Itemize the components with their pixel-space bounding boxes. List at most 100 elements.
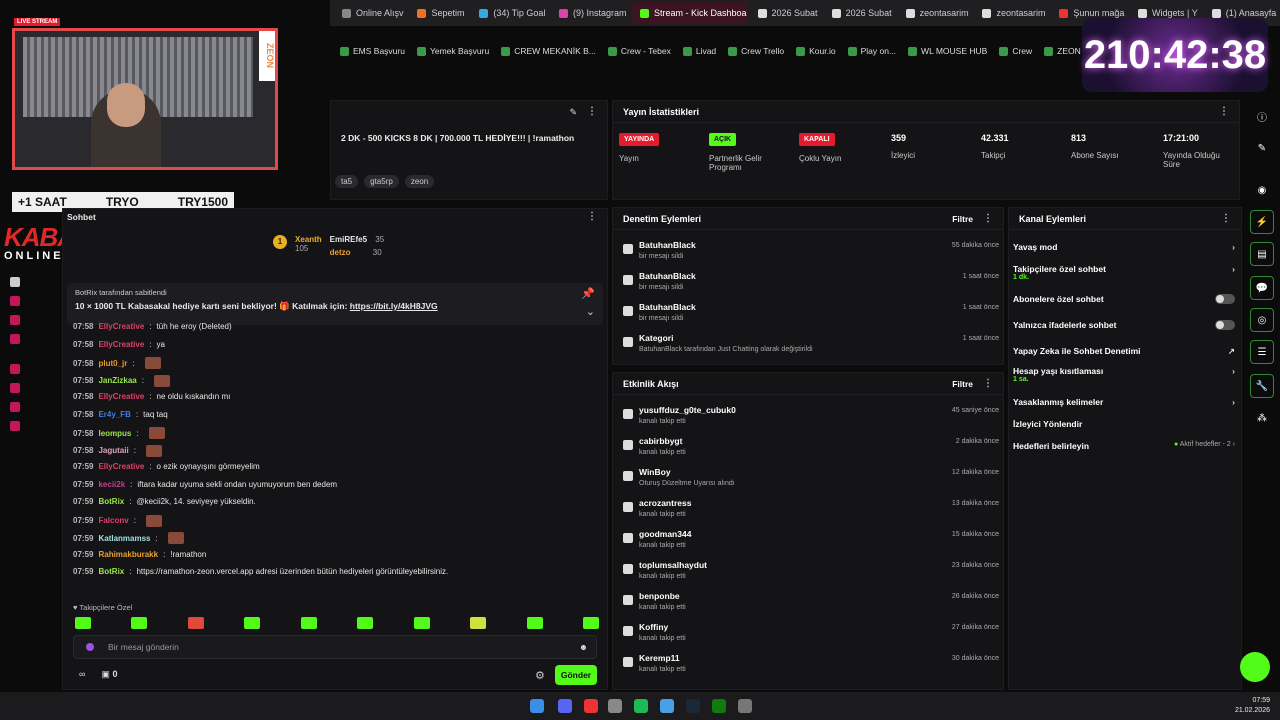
message-user[interactable]: plut0_jr [98,359,127,368]
edit-icon[interactable]: ✎ [569,107,577,118]
emote[interactable] [187,617,204,629]
browser-tab[interactable]: zeontasarim [974,2,1049,24]
more-icon[interactable]: ⋮ [983,378,993,389]
activity-item[interactable]: yusuffduz_g0te_cubuk0 kanalı takip etti … [619,403,999,431]
broadcast-icon[interactable]: ◎ [1250,308,1274,332]
account-age-row[interactable]: Hesap yaşı kısıtlaması 1 sa. › [1013,366,1235,383]
more-icon[interactable]: ⋮ [587,211,597,222]
points-display[interactable]: ▣ 0 [101,669,117,680]
gear-icon[interactable]: ⚙ [535,669,545,682]
emote[interactable] [244,617,261,629]
pinned-message[interactable]: BotRix tarafından sabitlendi 10 × 1000 T… [67,283,603,325]
message-user[interactable]: EllyCreative [98,322,144,331]
message-user[interactable]: Jagutaii [98,446,128,455]
message-user[interactable]: Rahimakburakk [98,550,158,559]
list-icon[interactable]: ☰ [1250,340,1274,364]
activity-item[interactable]: toplumsalhaydut kanalı takip etti 23 dak… [619,558,999,586]
message-user[interactable]: EllyCreative [98,340,144,349]
emote[interactable] [470,617,487,629]
activity-item[interactable]: Keremp11 kanalı takip etti 30 dakika önc… [619,651,999,679]
emote[interactable] [75,617,91,629]
banned-words-row[interactable]: Yasaklanmış kelimeler › [1013,397,1235,407]
wrench-icon[interactable]: 🔧 [1250,374,1274,398]
bookmark-item[interactable]: CREW MEKANİK B... [501,46,596,56]
link-icon[interactable]: ∞ [79,669,85,680]
settings-icon[interactable] [738,699,752,713]
browser-tab[interactable]: Sepetim [409,2,469,24]
chat-bubble-icon[interactable]: 💬 [1250,276,1274,300]
slow-mode-row[interactable]: Yavaş mod › [1013,242,1235,252]
goals-row[interactable]: Hedefleri belirleyin ● Aktif hedefler - 2… [1013,441,1235,451]
spotify-icon[interactable] [634,699,648,713]
subscribers-chat-toggle[interactable] [1215,294,1235,304]
subscribers-chat-row[interactable]: Abonelere özel sohbet [1013,294,1235,304]
tag[interactable]: zeon [404,175,435,188]
browser-tab[interactable]: 2026 Subat [824,2,896,24]
activity-item[interactable]: benponbe kanalı takip etti 26 dakika önc… [619,589,999,617]
twitter-icon[interactable] [10,334,20,344]
tag[interactable]: ta5 [335,175,359,188]
unpin-icon[interactable]: 📌 [581,287,595,300]
steam-icon[interactable] [686,699,700,713]
message-user[interactable]: leompus [98,429,131,438]
browser-tab[interactable]: 2026 Subat [750,2,822,24]
xbox-icon[interactable] [712,699,726,713]
discord-icon[interactable] [558,699,572,713]
chevron-down-icon[interactable]: ⌄ [586,305,595,318]
moderation-item[interactable]: BatuhanBlack bir mesajı sildi 55 dakika … [619,238,999,266]
chat-icon[interactable] [10,296,20,306]
message-user[interactable]: EllyCreative [98,462,144,471]
message-user[interactable]: Er4y_FB [98,410,130,419]
opera-icon[interactable] [584,699,598,713]
browser-tab[interactable]: (9) Instagram [551,2,630,24]
more-icon[interactable]: ⋮ [983,213,993,224]
tag[interactable]: gta5rp [364,175,399,188]
bookmark-item[interactable]: Kour.io [796,46,836,56]
bookmark-item[interactable]: EMS Başvuru [340,46,405,56]
filter-button[interactable]: Filtre [952,379,973,389]
emote[interactable] [413,617,430,629]
start-icon[interactable] [530,699,544,713]
settings-icon[interactable] [10,421,20,431]
message-user[interactable]: BotRix [98,497,124,506]
moderation-item[interactable]: BatuhanBlack bir mesajı sildi 1 saat önc… [619,269,999,297]
message-user[interactable]: JanZizkaa [98,376,136,385]
activity-item[interactable]: WinBoy Oturuş Düzeltme Uyarısı alındı 12… [619,465,999,493]
discord-icon[interactable] [10,364,20,374]
ai-moderation-row[interactable]: Yapay Zeka ile Sohbet Denetimi ↗ [1013,346,1235,356]
instagram-icon[interactable] [10,402,20,412]
bookmark-item[interactable]: Crew Trello [728,46,784,56]
emotes-chat-row[interactable]: Yalnızca ifadelerle sohbet [1013,320,1235,330]
send-button[interactable]: Gönder [555,665,597,685]
emoji-icon[interactable]: ☻ [579,642,588,652]
browser-tab[interactable]: Stream - Kick Dashboa [632,2,748,24]
moderation-item[interactable]: BatuhanBlack bir mesajı sildi 1 saat önc… [619,300,999,328]
emote[interactable] [357,617,374,629]
app-icon[interactable] [660,699,674,713]
camera-icon[interactable] [10,277,20,287]
activity-item[interactable]: Koffiny kanalı takip etti 27 dakika önce [619,620,999,648]
bookmark-item[interactable]: Livad [682,46,716,56]
chat-input[interactable]: Bir mesaj gönderin ☻ [73,635,597,659]
apps-icon[interactable]: ⁂ [1250,406,1274,430]
bolt-icon[interactable]: ⚡ [1250,210,1274,234]
more-icon[interactable]: ⋮ [587,106,597,117]
emotes-chat-toggle[interactable] [1215,320,1235,330]
emote[interactable] [526,617,543,629]
more-icon[interactable]: ⋮ [1221,213,1231,224]
message-user[interactable]: Falconv [98,516,128,525]
info-icon[interactable]: ⓘ [1250,104,1274,128]
mic-icon[interactable] [86,643,94,651]
pinned-link[interactable]: https://bit.ly/4kH8JVG [350,301,438,311]
bookmark-item[interactable]: Yemek Başvuru [416,46,489,56]
raid-row[interactable]: İzleyici Yönlendir [1013,419,1235,429]
emote[interactable] [582,617,599,629]
message-user[interactable]: BotRix [98,567,124,576]
browser-tab[interactable]: (34) Tip Goal [471,2,549,24]
bookmark-item[interactable]: WL MOUSE HUB [908,46,987,56]
message-user[interactable]: EllyCreative [98,392,144,401]
pencil-icon[interactable]: ✎ [1250,136,1274,160]
followers-chat-row[interactable]: Takipçilere özel sohbet 1 dk. › [1013,264,1235,281]
activity-item[interactable]: goodman344 kanalı takip etti 15 dakika ö… [619,527,999,555]
browser-tab[interactable]: zeontasarim [898,2,973,24]
